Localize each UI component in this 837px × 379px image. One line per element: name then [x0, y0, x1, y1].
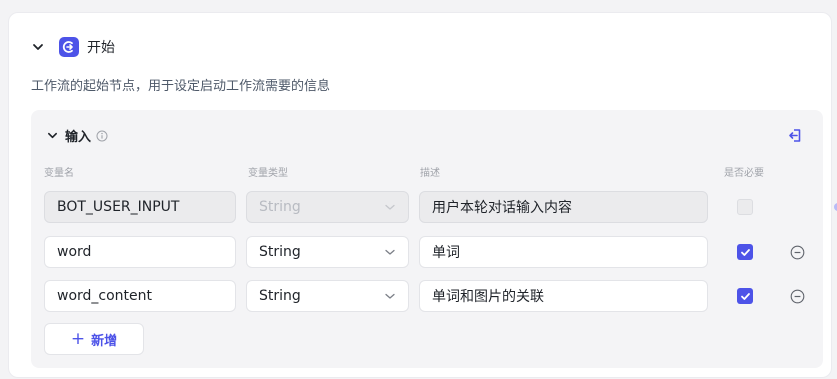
variable-description-value: 单词 [432, 245, 460, 261]
chevron-down-icon [384, 290, 396, 302]
variable-type-value: String [259, 244, 301, 260]
column-header-name: 变量名 [44, 168, 74, 179]
chevron-down-icon [384, 201, 396, 213]
input-section-title: 输入 [65, 130, 92, 145]
column-header-description: 描述 [420, 168, 440, 179]
input-panel: 输入 变量名 变量类型 描述 是否必要 BOT_USER_INPUT Strin… [31, 110, 823, 368]
node-description: 工作流的起始节点，用于设定启动工作流需要的信息 [31, 79, 331, 94]
start-node-icon [59, 37, 79, 57]
column-header-type: 变量类型 [248, 168, 288, 179]
variable-name-field[interactable]: word [44, 236, 236, 268]
required-checkbox[interactable] [737, 288, 753, 304]
variable-description-value: 单词和图片的关联 [432, 289, 544, 305]
add-variable-button[interactable]: + 新增 [44, 323, 144, 355]
required-checkbox[interactable] [737, 244, 753, 260]
variable-description-field[interactable]: 单词和图片的关联 [419, 280, 708, 312]
variable-description-value: 用户本轮对话输入内容 [432, 200, 572, 216]
required-checkbox [737, 199, 753, 215]
variable-type-select: String [246, 191, 409, 223]
variable-description-field[interactable]: 单词 [419, 236, 708, 268]
variable-type-value: String [259, 288, 301, 304]
remove-row-icon[interactable] [789, 288, 805, 304]
node-header: 开始 [31, 37, 115, 57]
variable-type-select[interactable]: String [246, 280, 409, 312]
info-icon[interactable] [96, 130, 108, 142]
input-section-header[interactable]: 输入 [45, 126, 108, 145]
node-title: 开始 [87, 40, 115, 56]
collapse-chevron-icon[interactable] [31, 40, 45, 54]
add-variable-label: 新增 [91, 333, 118, 349]
variable-name-value: BOT_USER_INPUT [57, 199, 180, 215]
input-collapse-chevron-icon[interactable] [45, 129, 59, 143]
variable-name-value: word_content [57, 288, 153, 304]
chevron-down-icon [384, 246, 396, 258]
variable-type-select[interactable]: String [246, 236, 409, 268]
variable-name-value: word [57, 244, 92, 260]
plus-icon: + [70, 328, 86, 349]
import-icon[interactable] [785, 126, 803, 144]
variable-name-field: BOT_USER_INPUT [44, 191, 236, 223]
variable-description-field: 用户本轮对话输入内容 [419, 191, 708, 223]
remove-row-icon[interactable] [789, 244, 805, 260]
variable-name-field[interactable]: word_content [44, 280, 236, 312]
start-node-card: 开始 工作流的起始节点，用于设定启动工作流需要的信息 输入 变量名 变量类型 描… [8, 12, 837, 378]
variable-type-value: String [259, 199, 301, 215]
column-header-required: 是否必要 [724, 168, 764, 179]
